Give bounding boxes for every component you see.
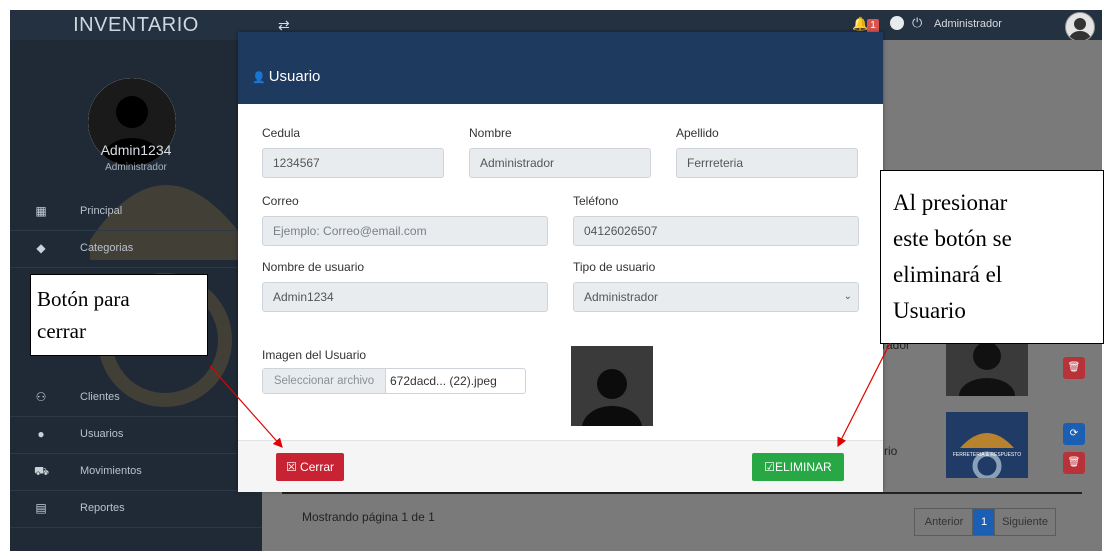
top-avatar[interactable] [1065,12,1095,42]
username-field[interactable]: Admin1234 [262,282,548,312]
tag-icon: ◆ [36,241,46,255]
user-modal: 👤 Usuario Cedula 1234567 Nombre Administr… [238,32,883,492]
callout-text: Al presionar [893,190,1008,215]
user-icon: 👤 [252,72,266,84]
bell-icon[interactable]: 🔔 [852,16,868,32]
brand-title[interactable]: INVENTARIO [10,10,262,40]
cedula-label: Cedula [262,126,301,140]
file-name: 672dacd... (22).jpeg [390,374,497,388]
close-button-label: Cerrar [300,460,335,474]
profile-role: Administrador [105,162,167,173]
helmet-logo-icon [960,433,1014,481]
top-username[interactable]: Administrador [934,18,1002,30]
callout-text: cerrar [37,319,86,343]
table-cell-text: rio [884,444,898,458]
sidebar-item-movimientos[interactable]: ⛟ Movimientos [10,454,262,491]
close-icon: ☒ [285,460,297,474]
power-icon[interactable]: ⏻ [912,15,922,31]
pagination-page-1[interactable]: 1 [972,508,996,536]
nombre-label: Nombre [469,126,512,140]
callout-text: Botón para [37,287,130,311]
nombre-field[interactable]: Administrador [469,148,651,178]
tipo-usuario-label: Tipo de usuario [573,260,656,274]
image-preview [571,346,653,426]
apellido-field[interactable]: Ferrreteria [676,148,858,178]
modal-title: 👤 Usuario [252,68,320,85]
company-logo-thumbnail: FERRETERIA & RESPUESTO [946,412,1028,481]
avatar-silhouette-icon [582,369,642,426]
sidebar-item-usuarios[interactable]: ● Usuarios [10,417,262,454]
edit-row-button[interactable]: ⟳ [1063,423,1085,445]
close-button[interactable]: ☒ Cerrar [276,453,344,481]
modal-footer: ☒ Cerrar ☑ELIMINAR [238,440,883,492]
logo-text: FERRETERIA & RESPUESTO [952,452,1022,458]
apellido-label: Apellido [676,126,719,140]
notification-badge: 1 [867,19,879,33]
pagination-info: Mostrando página 1 de 1 [302,510,435,524]
callout-delete-annotation: Al presionar este botón se eliminará el … [880,170,1104,344]
sidebar-item-label: Categorias [80,242,134,254]
correo-field[interactable]: Ejemplo: Correo@email.com [262,216,548,246]
cart-icon: ⛟ [34,464,50,478]
sidebar-item-principal[interactable]: ▦ Principal [10,194,262,231]
users-icon: ⚇ [35,390,47,404]
imagen-label: Imagen del Usuario [262,348,367,362]
report-icon: ▤ [35,501,47,515]
profile-name: Admin1234 [100,142,172,158]
tipo-usuario-value: Administrador [584,290,659,304]
check-square-icon: ☑ [764,460,776,474]
user-icon: ● [37,427,45,441]
sidebar-item-label: Principal [80,205,123,217]
sidebar-item-label: Clientes [80,391,120,403]
sidebar-item-clientes[interactable]: ⚇ Clientes [10,380,262,417]
callout-text: este botón se [893,226,1012,251]
sidebar-item-label: Usuarios [80,428,124,440]
modal-title-text: Usuario [268,68,321,85]
select-file-button[interactable]: Seleccionar archivo [263,369,386,393]
sidebar-item-reportes[interactable]: ▤ Reportes [10,491,262,528]
pagination-next[interactable]: Siguiente [994,508,1056,536]
sidebar-item-label: Reportes [80,502,125,514]
telefono-field[interactable]: 04126026507 [573,216,859,246]
avatar-silhouette-icon [1069,18,1091,41]
callout-text: Usuario [893,298,966,323]
sidebar-item-label: Movimientos [80,465,142,477]
telefono-label: Teléfono [573,194,619,208]
sidebar-item-categorias[interactable]: ◆ Categorias [10,231,262,268]
username-label: Nombre de usuario [262,260,365,274]
delete-row-button[interactable]: 🗑 [1063,452,1085,474]
file-input[interactable]: Seleccionar archivo 672dacd... (22).jpeg [262,368,526,394]
delete-row-button[interactable]: 🗑 [1063,357,1085,379]
callout-text: eliminará el [893,262,1003,287]
callout-close-annotation: Botón para cerrar [30,274,208,356]
table-divider [282,492,1082,494]
delete-button-label: ELIMINAR [775,460,832,474]
dashboard-icon: ▦ [35,204,47,218]
pagination-prev[interactable]: Anterior [914,508,974,536]
chevron-down-icon: ⌄ [843,291,852,302]
modal-header: 👤 Usuario [238,32,883,104]
tipo-usuario-select[interactable]: Administrador ⌄ [573,282,859,312]
cedula-field[interactable]: 1234567 [262,148,444,178]
delete-button[interactable]: ☑ELIMINAR [752,453,844,481]
correo-label: Correo [262,194,299,208]
user-circle-icon[interactable] [890,16,904,30]
